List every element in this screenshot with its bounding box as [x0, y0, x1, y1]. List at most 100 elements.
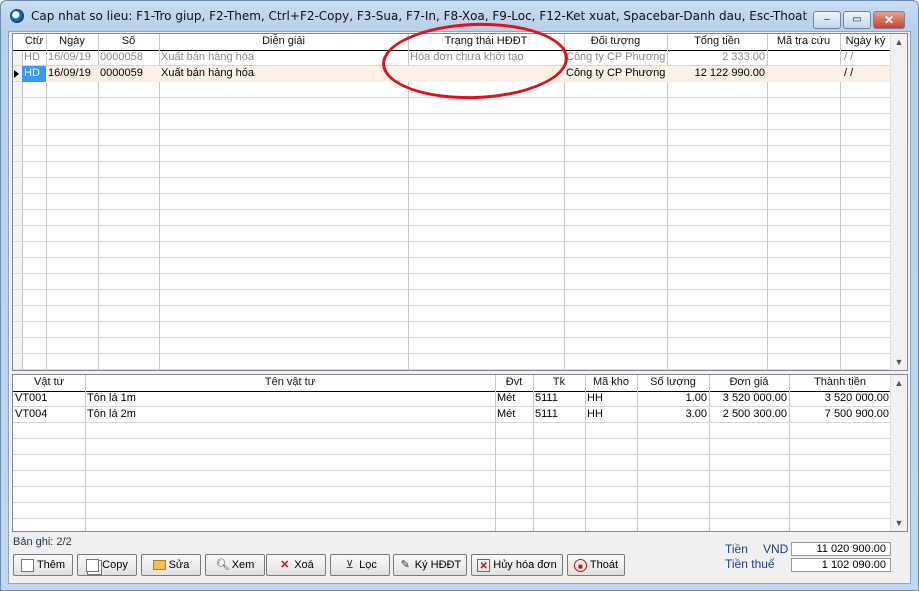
- cell-thanh-tien[interactable]: 3 520 000.00: [789, 391, 891, 407]
- cell-ma-tra-cuu[interactable]: [767, 66, 840, 82]
- add-button[interactable]: Thêm: [13, 554, 73, 576]
- scroll-down-icon[interactable]: ▼: [891, 515, 907, 531]
- grid-column-line: [667, 34, 668, 370]
- scroll-down-icon[interactable]: ▼: [891, 354, 907, 370]
- grid-row-line: [13, 305, 890, 306]
- cell-ngay-ky[interactable]: / /: [840, 66, 891, 82]
- col-header-dien-giai[interactable]: Diễn giải: [159, 34, 408, 50]
- cell-so-luong[interactable]: 3.00: [637, 407, 709, 423]
- col-header-vat-tu[interactable]: Vật tư: [13, 375, 85, 391]
- cell-so[interactable]: 0000058: [98, 50, 159, 66]
- item-detail-grid[interactable]: Vật tư Tên vật tư Đvt Tk Mã kho Số lượng…: [12, 374, 908, 532]
- grid-row-line: [13, 289, 890, 290]
- grid-row-line: [13, 486, 890, 487]
- grid-row-line: [13, 129, 890, 130]
- pen-icon: ✎: [400, 558, 410, 571]
- sign-einvoice-button-label: Ký HĐĐT: [414, 559, 462, 571]
- grid-row-line: [13, 502, 890, 503]
- cell-ma-kho[interactable]: HH: [585, 407, 637, 423]
- table-row[interactable]: VT001 Tôn lá 1m Mét 5111 HH 1.00 3 520 0…: [13, 391, 891, 407]
- col-header-tong-tien[interactable]: Tổng tiền: [667, 34, 767, 50]
- cell-ten-vat-tu[interactable]: Tôn lá 1m: [85, 391, 495, 407]
- cell-don-gia[interactable]: 3 520 000.00: [709, 391, 789, 407]
- view-button-label: Xem: [231, 559, 255, 571]
- item-grid-scrollbar[interactable]: ▲ ▼: [890, 375, 907, 531]
- grid-column-line: [159, 34, 160, 370]
- cell-ma-kho[interactable]: HH: [585, 391, 637, 407]
- col-header-ma-tra-cuu[interactable]: Mã tra cứu: [767, 34, 840, 50]
- cell-tong-tien[interactable]: 12 122 990.00: [667, 66, 767, 82]
- window-title: Cap nhat so lieu: F1-Tro giup, F2-Them, …: [31, 9, 808, 23]
- filter-button-label: Lọc: [359, 559, 377, 571]
- grid-row-line: [13, 177, 890, 178]
- cell-ngay[interactable]: 16/09/19: [46, 50, 98, 66]
- cell-ten-vat-tu[interactable]: Tôn lá 2m: [85, 407, 495, 423]
- col-header-doi-tuong[interactable]: Đối tượng: [564, 34, 667, 50]
- col-header-tk[interactable]: Tk: [533, 375, 585, 391]
- cell-don-gia[interactable]: 2 500 300.00: [709, 407, 789, 423]
- scroll-up-icon[interactable]: ▲: [891, 34, 907, 50]
- cell-so-luong[interactable]: 1.00: [637, 391, 709, 407]
- cell-so[interactable]: 0000059: [98, 66, 159, 82]
- filter-icon: ⊻: [345, 558, 354, 571]
- copy-button-label: Copy: [102, 559, 128, 571]
- cell-ngay[interactable]: 16/09/19: [46, 66, 98, 82]
- app-logo-icon: [10, 9, 24, 23]
- item-grid-header: Vật tư Tên vật tư Đvt Tk Mã kho Số lượng…: [13, 375, 891, 392]
- row-indicator-column: [13, 34, 23, 370]
- col-header-don-gia[interactable]: Đơn giá: [709, 375, 789, 391]
- cell-thanh-tien[interactable]: 7 500 900.00: [789, 407, 891, 423]
- cell-ngay-ky[interactable]: / /: [840, 50, 891, 66]
- cell-vat-tu[interactable]: VT004: [13, 407, 85, 423]
- col-header-ngay[interactable]: Ngày: [46, 34, 98, 50]
- grid-row-line: [13, 337, 890, 338]
- view-button[interactable]: 🔍︎ Xem: [205, 554, 265, 576]
- current-row-arrow-icon: [14, 70, 19, 78]
- cell-vat-tu[interactable]: VT001: [13, 391, 85, 407]
- exit-button[interactable]: ■ Thoát: [567, 554, 625, 576]
- cancel-invoice-button-label: Hủy hóa đơn: [493, 559, 557, 571]
- cell-dien-giai[interactable]: Xuất bán hàng hóa: [159, 66, 408, 82]
- exit-button-label: Thoát: [589, 559, 619, 571]
- cell-dvt[interactable]: Mét: [495, 407, 533, 423]
- maximize-button[interactable]: ▭: [843, 11, 871, 29]
- minimize-button[interactable]: –: [813, 11, 841, 29]
- cell-dvt[interactable]: Mét: [495, 391, 533, 407]
- col-header-so-luong[interactable]: Số lượng: [637, 375, 709, 391]
- col-header-ten-vat-tu[interactable]: Tên vật tư: [85, 375, 495, 391]
- cell-tk[interactable]: 5111: [533, 391, 585, 407]
- amount-label: Tiền: [725, 542, 748, 556]
- close-button[interactable]: ✕: [873, 11, 905, 29]
- new-document-icon: [20, 558, 34, 572]
- table-row[interactable]: VT004 Tôn lá 2m Mét 5111 HH 3.00 2 500 3…: [13, 407, 891, 423]
- cell-ctu[interactable]: HD: [22, 50, 46, 66]
- add-button-label: Thêm: [36, 559, 66, 571]
- col-header-dvt[interactable]: Đvt: [495, 375, 533, 391]
- grid-column-line: [98, 34, 99, 370]
- filter-button[interactable]: ⊻ Lọc: [330, 554, 390, 576]
- col-header-ngay-ky[interactable]: Ngày ký: [840, 34, 891, 50]
- sign-einvoice-button[interactable]: ✎ Ký HĐĐT: [393, 554, 467, 576]
- cell-ctu[interactable]: HD: [22, 66, 46, 82]
- col-header-so[interactable]: Số: [98, 34, 159, 50]
- voucher-grid-scrollbar[interactable]: ▲ ▼: [890, 34, 907, 370]
- grid-column-line: [840, 34, 841, 370]
- grid-row-line: [13, 470, 890, 471]
- cell-doi-tuong[interactable]: Công ty CP Phương t: [564, 66, 667, 82]
- grid-row-line: [13, 257, 890, 258]
- grid-row-line: [13, 369, 890, 370]
- cell-tk[interactable]: 5111: [533, 407, 585, 423]
- delete-button[interactable]: ✕ Xoá: [266, 554, 326, 576]
- col-header-ctu[interactable]: Ctừ: [22, 34, 46, 50]
- cell-doi-tuong[interactable]: Công ty CP Phương t: [564, 50, 667, 66]
- cancel-invoice-button[interactable]: ✕ Hủy hóa đơn: [471, 554, 563, 576]
- cell-tong-tien[interactable]: 2 333.00: [667, 50, 767, 66]
- col-header-thanh-tien[interactable]: Thành tiền: [789, 375, 891, 391]
- cell-dien-giai[interactable]: Xuất bán hàng hóa: [159, 50, 408, 66]
- currency-label: VND: [763, 542, 789, 556]
- cell-ma-tra-cuu[interactable]: [767, 50, 840, 66]
- col-header-ma-kho[interactable]: Mã kho: [585, 375, 637, 391]
- edit-button[interactable]: Sửa: [141, 554, 201, 576]
- scroll-up-icon[interactable]: ▲: [891, 375, 907, 391]
- copy-button[interactable]: Copy: [77, 554, 137, 576]
